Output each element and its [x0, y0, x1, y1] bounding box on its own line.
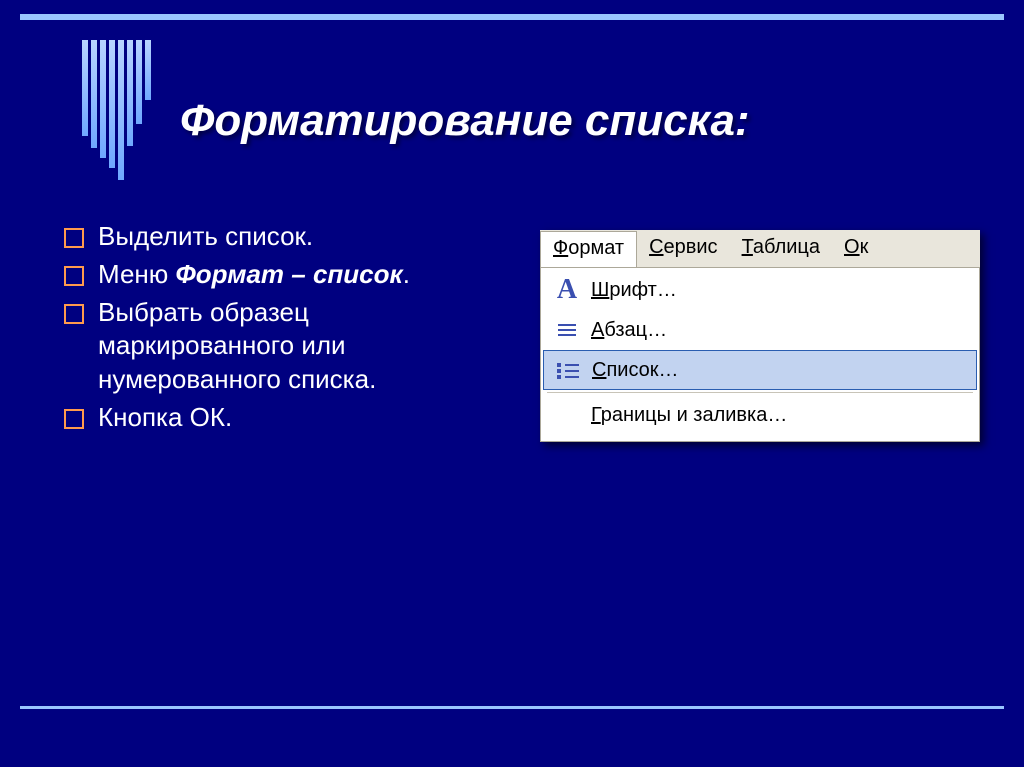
menu-item-paragraph[interactable]: Абзац… [543, 310, 977, 350]
bullet-box-icon [64, 266, 84, 286]
menu-separator [547, 392, 973, 393]
slide-title: Форматирование списка: [180, 96, 750, 146]
list-item: Выбрать образец маркированного или нумер… [64, 296, 484, 397]
list-item: Кнопка ОК. [64, 401, 484, 435]
list-item-text: Кнопка ОК. [98, 401, 232, 435]
bottom-accent-bar [20, 706, 1004, 709]
list-item: Меню Формат – список. [64, 258, 484, 292]
menu-item-label: Шрифт… [585, 279, 965, 302]
title-stripes-decoration [82, 40, 151, 180]
list-item-text: Выбрать образец маркированного или нумер… [98, 296, 484, 397]
list-icon [550, 361, 586, 379]
bullet-box-icon [64, 409, 84, 429]
top-accent-bar [20, 14, 1004, 20]
bullet-box-icon [64, 304, 84, 324]
list-item-text: Выделить список. [98, 220, 313, 254]
menu-item-list[interactable]: Список… [543, 350, 977, 390]
list-item: Выделить список. [64, 220, 484, 254]
bullet-list: Выделить список. Меню Формат – список. В… [64, 220, 484, 439]
bullet-box-icon [64, 228, 84, 248]
menu-item-label: Список… [586, 359, 964, 382]
menu-item-font[interactable]: A Шрифт… [543, 270, 977, 310]
format-dropdown: A Шрифт… Абзац… Список… Границы и заливк… [540, 268, 980, 442]
menu-item-label: Абзац… [585, 319, 965, 342]
font-icon: A [549, 274, 585, 306]
menu-item-borders[interactable]: Границы и заливка… [543, 395, 977, 435]
menu-format[interactable]: Формат [540, 231, 637, 268]
menu-bar: Формат Сервис Таблица Ок [540, 230, 980, 268]
word-menu-screenshot: Формат Сервис Таблица Ок A Шрифт… Абзац… [540, 230, 980, 442]
menu-service[interactable]: Сервис [637, 230, 730, 267]
menu-item-label: Границы и заливка… [585, 404, 965, 427]
menu-table[interactable]: Таблица [730, 230, 832, 267]
paragraph-icon [549, 321, 585, 339]
list-item-text: Меню Формат – список. [98, 258, 410, 292]
menu-window[interactable]: Ок [832, 230, 880, 267]
